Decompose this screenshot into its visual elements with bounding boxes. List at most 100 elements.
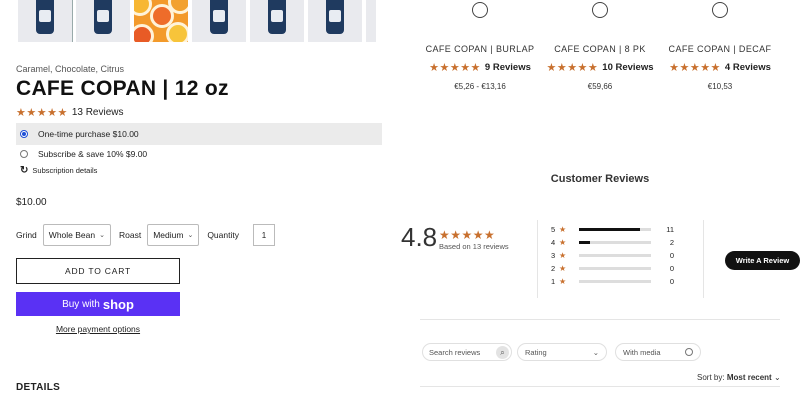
roast-value: Medium <box>153 230 184 240</box>
rating-filter-select[interactable]: Rating ⌄ <box>517 343 607 361</box>
divider <box>420 319 780 320</box>
subscription-details-label: Subscription details <box>32 166 98 175</box>
add-to-cart-button[interactable]: ADD TO CART <box>16 258 180 284</box>
grind-select[interactable]: Whole Bean ⌄ <box>42 224 111 246</box>
details-heading[interactable]: DETAILS <box>16 382 60 393</box>
roast-select[interactable]: Medium ⌄ <box>147 224 200 246</box>
rating-bar-row[interactable]: 5 ★ 11 <box>551 223 674 236</box>
subscription-details-link[interactable]: ↻ Subscription details <box>20 165 97 176</box>
star-icon: ★ <box>559 225 567 234</box>
write-review-button[interactable]: Write A Review <box>725 251 800 270</box>
roast-label: Roast <box>118 230 142 240</box>
rating-count: 0 <box>669 277 674 286</box>
star-icon: ★ <box>559 264 567 273</box>
rating-count: 2 <box>669 238 674 247</box>
option-label: Subscribe & save 10% $9.00 <box>38 149 148 159</box>
with-media-label: With media <box>623 347 661 357</box>
variant-selectors: Grind Whole Bean ⌄ Roast Medium ⌄ Quanti… <box>16 224 275 246</box>
chevron-down-icon: ⌄ <box>99 232 105 239</box>
rating-bar-track <box>579 228 651 231</box>
citrus-slice <box>166 22 188 42</box>
coffee-bag-image <box>268 0 286 34</box>
product-thumbnail[interactable] <box>76 0 130 42</box>
one-time-purchase-option[interactable]: One-time purchase $10.00 <box>16 123 382 145</box>
related-product-name[interactable]: CAFE COPAN | BURLAP <box>420 42 540 56</box>
with-media-toggle[interactable]: With media <box>615 343 701 361</box>
grind-label: Grind <box>16 230 37 240</box>
rating-bar-track <box>579 267 651 270</box>
review-count: 4 Reviews <box>724 62 771 73</box>
product-thumbnail[interactable] <box>366 0 376 42</box>
star-level: 2 <box>551 264 556 273</box>
divider <box>703 220 704 298</box>
coffee-bag-image <box>36 0 54 34</box>
divider <box>420 386 780 387</box>
rating-bar-track <box>579 280 651 283</box>
rating-bar-row[interactable]: 3 ★ 0 <box>551 249 674 262</box>
sort-by-label: Sort by: <box>697 373 725 382</box>
grind-value: Whole Bean <box>48 230 96 240</box>
related-product[interactable]: CAFE COPAN | BURLAP ★★★★★ 9 Reviews €5,2… <box>420 0 540 91</box>
related-product-rating: ★★★★★ 10 Reviews <box>540 61 660 74</box>
rating-bar-track <box>579 241 651 244</box>
subscribe-option[interactable]: Subscribe & save 10% $9.00 <box>16 143 382 165</box>
related-product-price: €5,26 - €13,16 <box>454 82 506 91</box>
based-on-text: Based on 13 reviews <box>439 242 509 251</box>
rating-bar-fill <box>579 228 641 231</box>
quantity-input[interactable]: 1 <box>252 224 275 246</box>
rating-bar-row[interactable]: 1 ★ 0 <box>551 275 674 288</box>
star-rating-icon: ★★★★★ <box>669 62 721 74</box>
related-product[interactable]: CAFE COPAN | 8 PK ★★★★★ 10 Reviews €59,6… <box>540 0 660 91</box>
related-product-rating: ★★★★★ 4 Reviews <box>660 61 780 74</box>
star-rating-icon: ★★★★★ <box>439 228 496 242</box>
product-rating[interactable]: ★★★★★ 13 Reviews <box>16 106 124 119</box>
related-product-name[interactable]: CAFE COPAN | 8 PK <box>540 42 660 56</box>
product-thumbnail[interactable] <box>250 0 304 42</box>
star-icon: ★ <box>559 238 567 247</box>
product-thumbnail[interactable] <box>134 0 188 42</box>
star-rating-icon: ★★★★★ <box>16 107 68 119</box>
chevron-down-icon: ⌄ <box>187 232 194 239</box>
citrus-slice <box>134 24 154 42</box>
rating-bar-row[interactable]: 2 ★ 0 <box>551 262 674 275</box>
more-payment-options-link[interactable]: More payment options <box>16 324 180 334</box>
product-thumbnail[interactable] <box>192 0 246 42</box>
review-count: 9 Reviews <box>484 62 531 73</box>
star-icon: ★ <box>559 277 567 286</box>
rating-breakdown: 5 ★ 11 4 ★ 2 3 ★ 0 2 ★ 0 1 ★ 0 <box>551 223 674 288</box>
shop-logo: shop <box>102 296 134 312</box>
product-thumbnail[interactable] <box>308 0 362 42</box>
sort-by-control[interactable]: Sort by: Most recent ⌄ <box>697 373 781 382</box>
rating-bar-fill <box>579 241 590 244</box>
star-level: 5 <box>551 225 556 234</box>
chevron-down-icon: ⌄ <box>773 373 781 382</box>
related-product-name[interactable]: CAFE COPAN | DECAF <box>660 42 780 56</box>
product-thumbnail-strip <box>18 0 382 42</box>
rating-count: 0 <box>669 251 674 260</box>
quantity-label: Quantity <box>207 230 239 240</box>
radio-icon[interactable] <box>20 150 28 158</box>
buy-with-shop-button[interactable]: Buy with shop <box>16 292 180 316</box>
star-level: 1 <box>551 277 556 286</box>
option-label: One-time purchase $10.00 <box>38 129 139 139</box>
rating-bar-track <box>579 254 651 257</box>
review-count: 13 Reviews <box>71 107 124 118</box>
search-reviews-field[interactable]: Search reviews ⌕ <box>422 343 512 361</box>
buy-with-label: Buy with <box>62 298 100 310</box>
radio-selected-icon[interactable] <box>20 130 28 138</box>
related-product-rating: ★★★★★ 9 Reviews <box>420 61 540 74</box>
coffee-bag-image <box>326 0 344 34</box>
radio-icon[interactable] <box>685 348 693 356</box>
product-image-placeholder <box>592 2 608 18</box>
rating-filter-label: Rating <box>525 347 547 357</box>
product-title: CAFE COPAN | 12 oz <box>16 77 229 100</box>
divider <box>537 220 538 298</box>
rating-bar-row[interactable]: 4 ★ 2 <box>551 236 674 249</box>
search-icon[interactable]: ⌕ <box>496 346 509 359</box>
product-image-placeholder <box>712 2 728 18</box>
related-product-price: €10,53 <box>707 82 733 91</box>
refresh-icon: ↻ <box>20 165 29 176</box>
product-thumbnail[interactable] <box>18 0 73 42</box>
related-product[interactable]: CAFE COPAN | DECAF ★★★★★ 4 Reviews €10,5… <box>660 0 780 91</box>
related-product-price: €59,66 <box>587 82 613 91</box>
